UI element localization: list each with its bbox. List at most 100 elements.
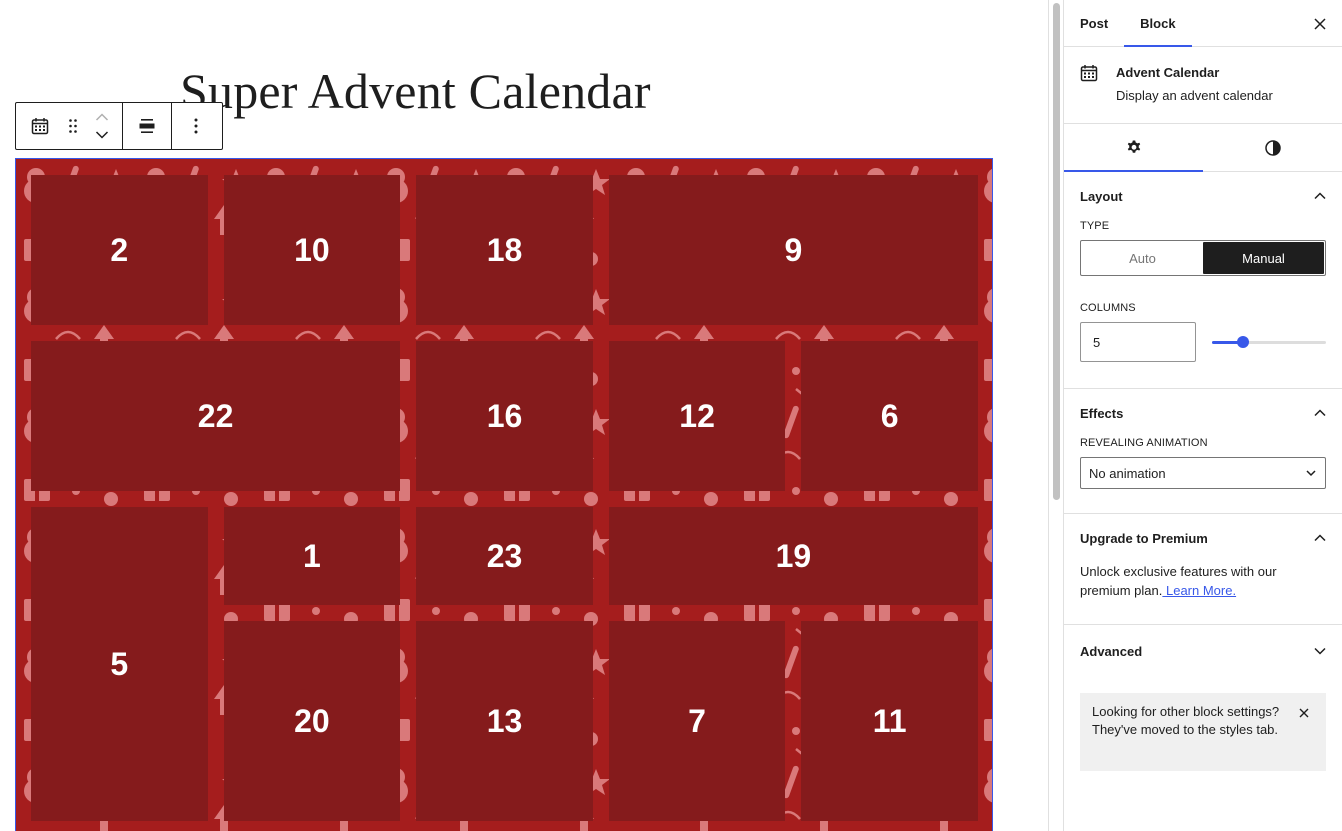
effects-panel: Effects REVEALING ANIMATION No animation xyxy=(1064,389,1342,514)
type-manual-option[interactable]: Manual xyxy=(1203,242,1324,274)
toolbar-group-block xyxy=(16,103,123,149)
editor-scrollbar[interactable] xyxy=(1048,0,1063,831)
calendar-door[interactable]: 16 xyxy=(416,341,593,491)
calendar-door[interactable]: 19 xyxy=(608,507,978,605)
premium-panel-body: Unlock exclusive features with our premi… xyxy=(1064,562,1342,624)
move-down-button[interactable] xyxy=(90,127,114,143)
layout-panel-body: TYPE Auto Manual COLUMNS xyxy=(1064,220,1342,388)
calendar-door[interactable]: 20 xyxy=(223,621,401,821)
revealing-animation-select[interactable]: No animation xyxy=(1080,457,1326,489)
door-number: 18 xyxy=(486,231,523,268)
more-options-icon xyxy=(194,118,198,134)
door-number: 23 xyxy=(486,537,523,574)
calendar-door[interactable]: 9 xyxy=(608,175,978,325)
tab-settings[interactable] xyxy=(1064,124,1203,172)
effects-panel-body: REVEALING ANIMATION No animation xyxy=(1064,437,1342,513)
door-number: 19 xyxy=(775,537,812,574)
layout-panel-toggle[interactable]: Layout xyxy=(1064,172,1342,220)
door-number: 16 xyxy=(486,397,523,434)
calendar-door[interactable]: 10 xyxy=(223,175,401,325)
calendar-door[interactable]: 11 xyxy=(801,621,978,821)
panel-title: Upgrade to Premium xyxy=(1080,530,1208,546)
block-title: Advent Calendar xyxy=(1116,65,1220,80)
revealing-animation-label: REVEALING ANIMATION xyxy=(1080,437,1208,449)
columns-label: COLUMNS xyxy=(1080,302,1136,314)
columns-input[interactable] xyxy=(1080,322,1196,362)
more-options-button[interactable] xyxy=(172,103,220,149)
calendar-door[interactable]: 18 xyxy=(416,175,593,325)
select-value: No animation xyxy=(1089,465,1166,481)
chevron-down-icon xyxy=(1306,470,1316,477)
door-number: 11 xyxy=(872,702,907,739)
panel-title: Layout xyxy=(1080,188,1123,204)
calendar-door[interactable]: 2 xyxy=(31,175,208,325)
advanced-panel-toggle[interactable]: Advanced xyxy=(1064,625,1342,677)
door-number: 13 xyxy=(486,702,523,739)
chevron-up-icon xyxy=(1314,534,1326,542)
editor-canvas: Super Advent Calendar 2 10 18 9 22 16 12… xyxy=(0,0,1048,831)
move-up-icon xyxy=(95,113,109,121)
learn-more-link[interactable]: Learn More. xyxy=(1162,583,1236,598)
calendar-door[interactable]: 23 xyxy=(416,507,593,605)
page-title[interactable]: Super Advent Calendar xyxy=(180,62,651,120)
toolbar-group-align xyxy=(123,103,172,149)
type-toggle-group: Auto Manual xyxy=(1080,240,1326,276)
door-number: 10 xyxy=(294,231,330,268)
tab-post[interactable]: Post xyxy=(1064,0,1124,46)
door-number: 9 xyxy=(784,231,803,268)
inspector-tabs xyxy=(1064,124,1342,172)
editor-scroll-thumb[interactable] xyxy=(1053,3,1060,500)
advent-calendar-block[interactable]: 2 10 18 9 22 16 12 6 5 1 23 19 20 13 7 1… xyxy=(15,158,993,831)
toolbar-group-more xyxy=(172,103,220,149)
calendar-grid: 2 10 18 9 22 16 12 6 5 1 23 19 20 13 7 1… xyxy=(31,175,978,821)
calendar-door[interactable]: 12 xyxy=(608,341,786,491)
door-number: 5 xyxy=(110,645,129,682)
move-down-icon xyxy=(95,131,109,139)
door-number: 7 xyxy=(688,702,706,739)
calendar-icon xyxy=(1080,64,1100,84)
premium-panel: Upgrade to Premium Unlock exclusive feat… xyxy=(1064,514,1342,625)
calendar-door[interactable]: 1 xyxy=(223,507,401,605)
drag-handle[interactable] xyxy=(64,103,82,149)
calendar-door[interactable]: 13 xyxy=(416,621,593,821)
align-button[interactable] xyxy=(123,103,171,149)
type-auto-option[interactable]: Auto xyxy=(1082,242,1203,274)
close-sidebar-button[interactable] xyxy=(1310,14,1330,34)
premium-panel-toggle[interactable]: Upgrade to Premium xyxy=(1064,514,1342,562)
door-number: 2 xyxy=(110,231,129,268)
align-icon xyxy=(138,117,156,135)
columns-control xyxy=(1080,322,1326,362)
block-card-text: Advent Calendar Display an advent calend… xyxy=(1116,65,1273,107)
block-type-button[interactable] xyxy=(16,103,64,149)
door-number: 22 xyxy=(197,397,234,434)
panel-title: Advanced xyxy=(1080,643,1143,659)
move-up-button[interactable] xyxy=(90,109,114,125)
block-description: Display an advent calendar xyxy=(1116,88,1273,103)
chevron-up-icon xyxy=(1314,409,1326,417)
notice-text: Looking for other block settings? They'v… xyxy=(1092,704,1280,737)
dismiss-notice-button[interactable] xyxy=(1296,705,1312,721)
close-icon xyxy=(1314,18,1326,30)
calendar-door[interactable]: 5 xyxy=(31,507,208,821)
sidebar-tabs: Post Block xyxy=(1064,0,1342,47)
block-toolbar xyxy=(15,102,223,150)
slider-thumb[interactable] xyxy=(1236,336,1249,348)
calendar-icon xyxy=(31,117,49,135)
tab-styles[interactable] xyxy=(1203,124,1342,171)
columns-slider[interactable] xyxy=(1212,332,1326,352)
layout-panel: Layout TYPE Auto Manual COLUMNS xyxy=(1064,172,1342,389)
drag-handle-icon xyxy=(68,118,78,134)
effects-panel-toggle[interactable]: Effects xyxy=(1064,389,1342,437)
settings-sidebar: Post Block Advent Calendar Display an ad… xyxy=(1063,0,1342,831)
calendar-door[interactable]: 6 xyxy=(801,341,978,491)
door-number: 1 xyxy=(302,537,321,574)
type-label: TYPE xyxy=(1080,220,1110,232)
tab-block[interactable]: Block xyxy=(1124,0,1192,47)
door-number: 12 xyxy=(679,397,715,434)
door-number: 20 xyxy=(294,702,330,739)
calendar-door[interactable]: 7 xyxy=(608,621,786,821)
premium-text: Unlock exclusive features with our premi… xyxy=(1080,562,1326,600)
calendar-door[interactable]: 22 xyxy=(31,341,401,491)
advanced-panel: Advanced xyxy=(1064,625,1342,677)
chevron-down-icon xyxy=(1314,647,1326,655)
